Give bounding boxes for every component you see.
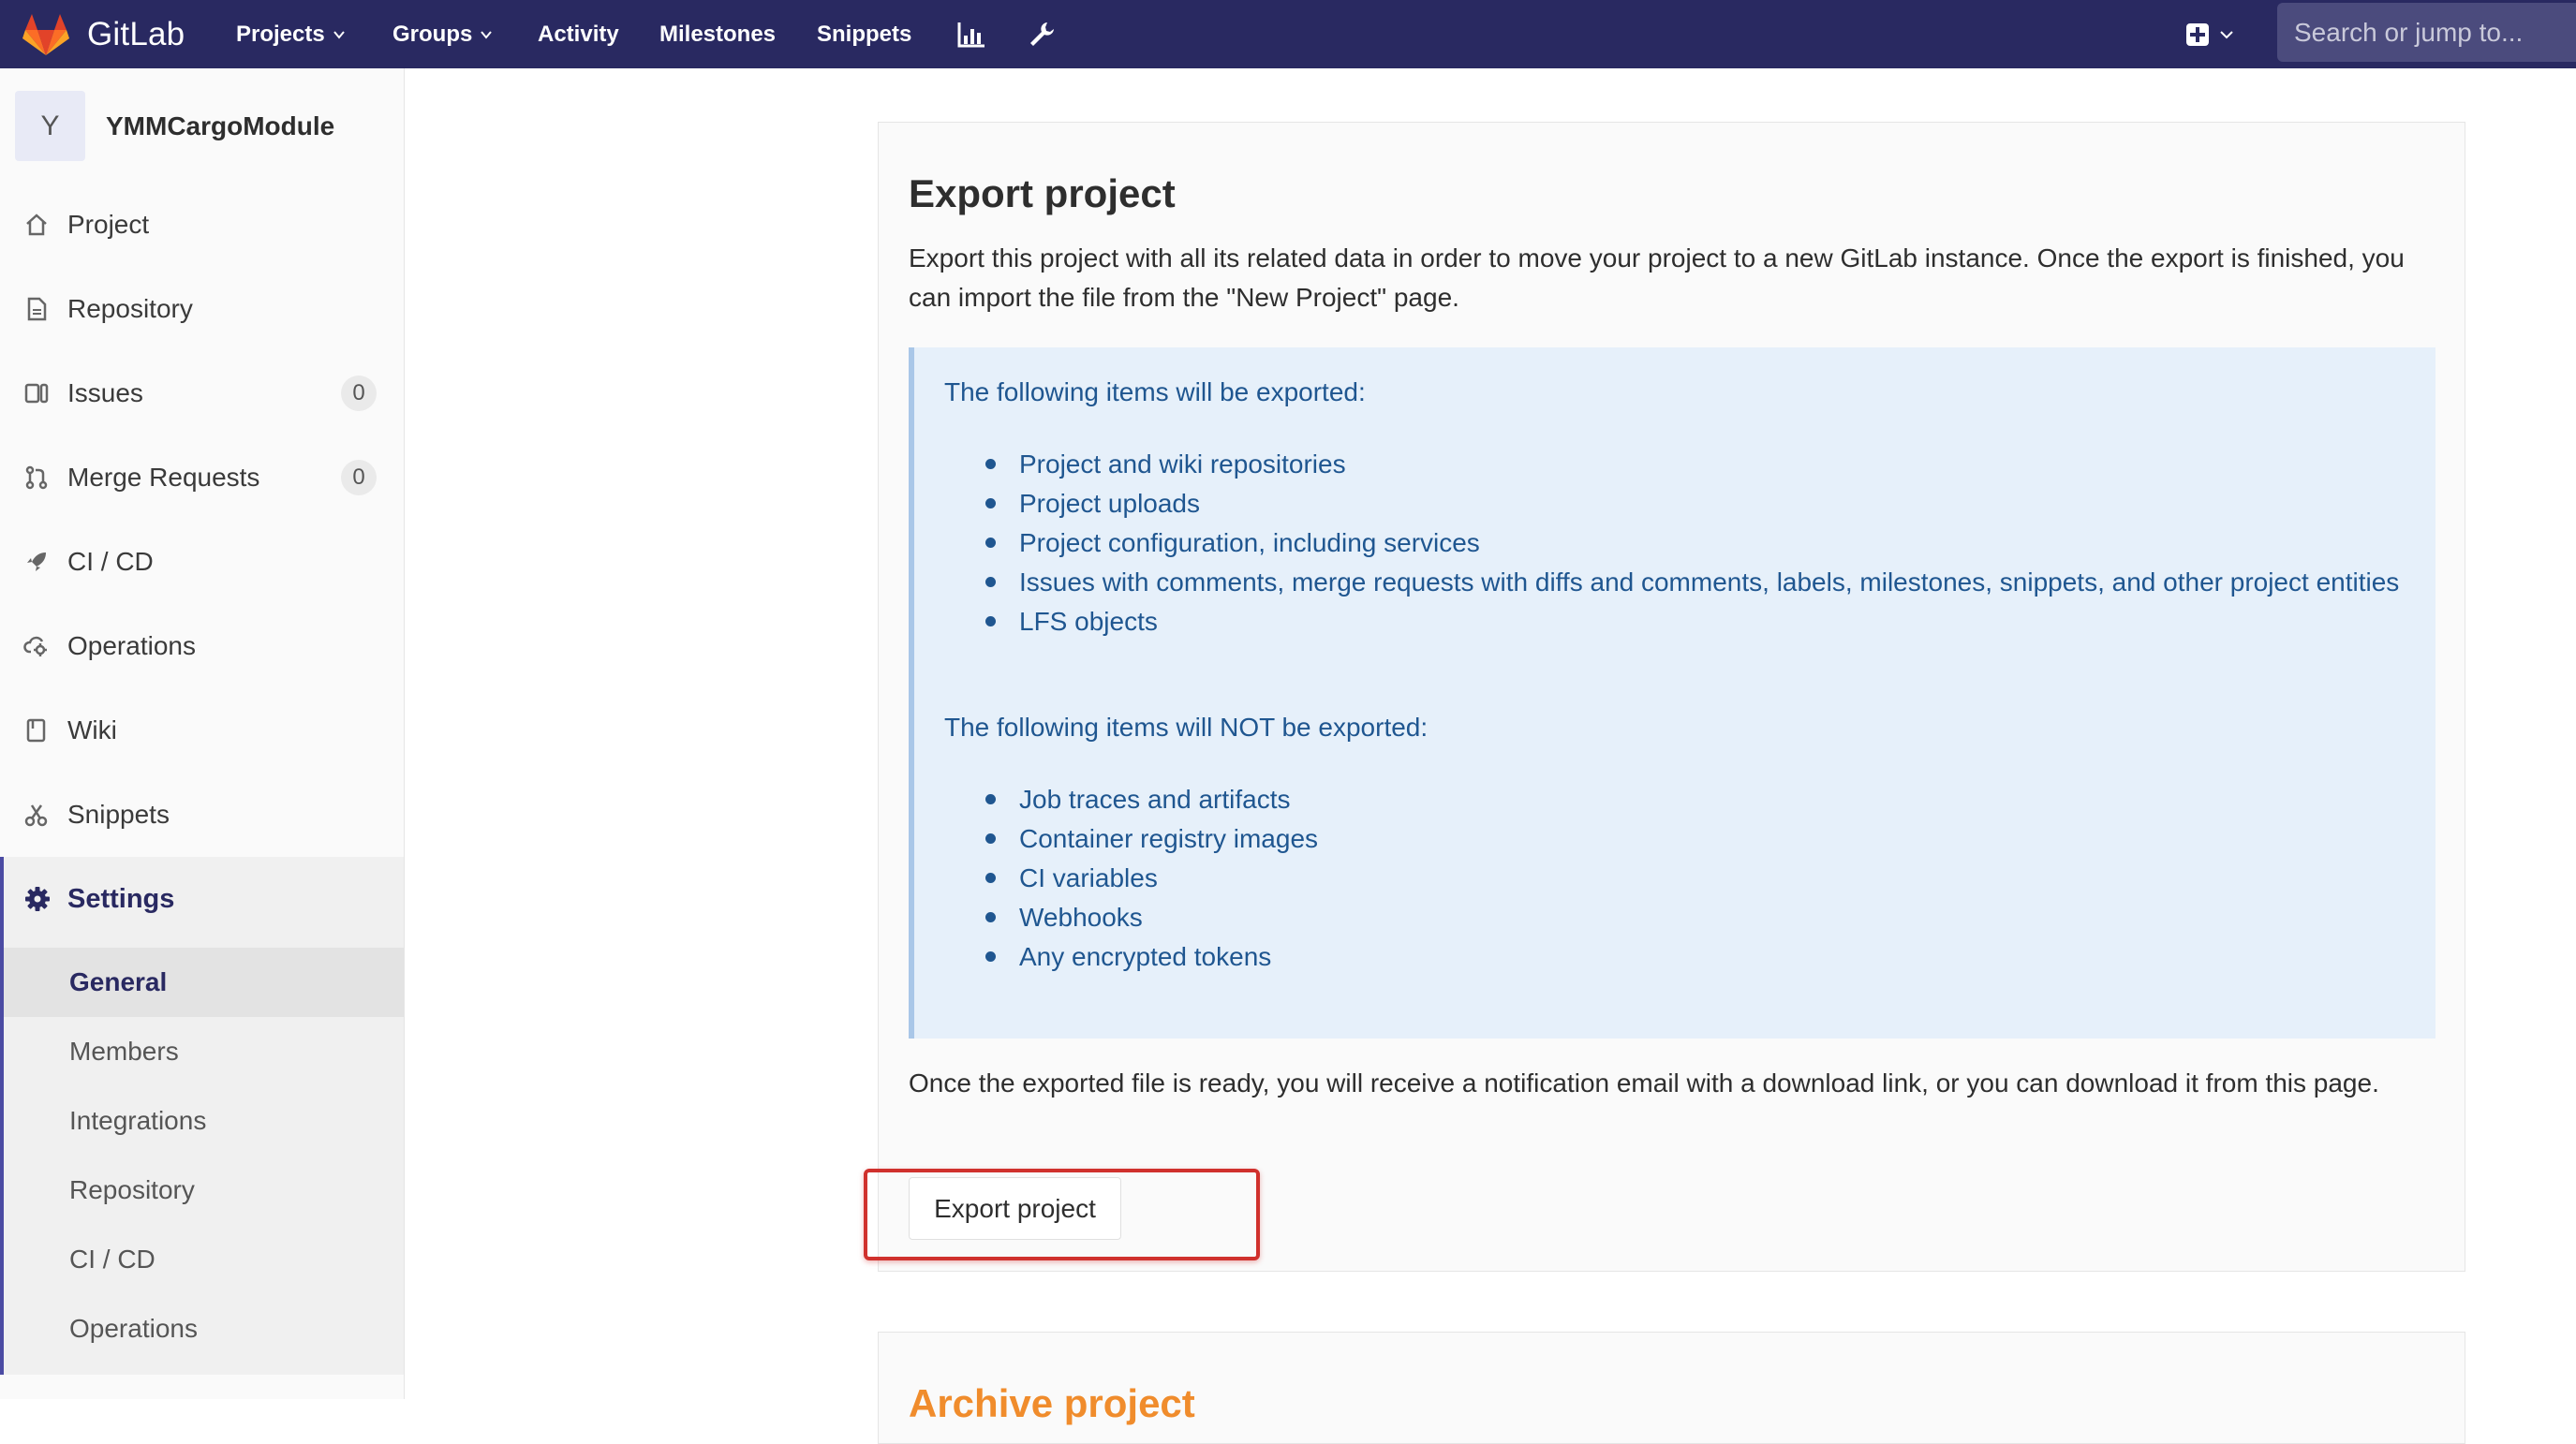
sidebar-item-snippets[interactable]: Snippets (0, 773, 404, 857)
sidebar-item-operations[interactable]: Operations (0, 604, 404, 688)
exported-items-heading: The following items will be exported: (944, 377, 1366, 406)
issues-icon (24, 383, 49, 404)
merge-request-icon (25, 465, 48, 490)
sidebar-item-project[interactable]: Project (0, 183, 404, 267)
settings-section: Settings General Members Integrations Re… (0, 857, 404, 1375)
nav-activity-link[interactable]: Activity (538, 0, 619, 68)
project-header-link[interactable]: Y YMMCargoModule (15, 91, 334, 161)
project-avatar: Y (15, 91, 85, 161)
chevron-down-icon (2220, 31, 2233, 39)
rocket-icon (27, 553, 46, 571)
gear-icon (25, 887, 50, 911)
sidebar-item-label: Repository (67, 294, 193, 323)
settings-subitem-label: Operations (69, 1314, 198, 1343)
list-item: Project configuration, including service… (944, 523, 2406, 563)
export-info-box: The following items will be exported: Pr… (909, 347, 2435, 1039)
issues-count-badge: 0 (341, 376, 377, 411)
export-notice-text: Once the exported file is ready, you wil… (909, 1068, 2379, 1098)
merge-requests-count-badge: 0 (341, 460, 377, 495)
nav-milestones-link[interactable]: Milestones (659, 0, 776, 68)
settings-subitem-general[interactable]: General (4, 948, 404, 1017)
settings-subitem-label: CI / CD (69, 1245, 155, 1274)
sidebar-item-ci-cd[interactable]: CI / CD (0, 520, 404, 604)
list-item: CI variables (944, 859, 2406, 898)
book-icon (26, 718, 46, 743)
annotation-highlight-box (864, 1169, 1260, 1260)
nav-snippets-label: Snippets (817, 21, 912, 47)
settings-subitem-members[interactable]: Members (4, 1017, 404, 1086)
plus-square-icon (2186, 23, 2209, 46)
home-icon (26, 214, 47, 236)
list-item: Job traces and artifacts (944, 780, 2406, 819)
sidebar-item-label: Operations (67, 631, 196, 660)
export-project-panel: Export project Export this project with … (878, 122, 2465, 1272)
not-exported-items-heading: The following items will NOT be exported… (944, 713, 1429, 742)
settings-subitem-operations[interactable]: Operations (4, 1294, 404, 1363)
list-item: Issues with comments, merge requests wit… (944, 563, 2406, 602)
sidebar-item-label: Project (67, 210, 150, 239)
sidebar-item-merge-requests[interactable]: Merge Requests 0 (0, 435, 404, 520)
sidebar-item-label: CI / CD (67, 547, 154, 576)
settings-subitem-integrations[interactable]: Integrations (4, 1086, 404, 1156)
nav-projects-label: Projects (236, 21, 325, 47)
sidebar-item-wiki[interactable]: Wiki (0, 688, 404, 773)
nav-milestones-label: Milestones (659, 21, 777, 47)
nav-activity-label: Activity (538, 21, 619, 47)
project-name: YMMCargoModule (106, 111, 335, 140)
list-item: Project and wiki repositories (944, 445, 2406, 484)
wrench-icon[interactable] (1025, 19, 1057, 51)
cloud-gear-icon (23, 636, 47, 656)
settings-subitem-label: Members (69, 1037, 179, 1066)
sidebar-item-repository[interactable]: Repository (0, 267, 404, 351)
sidebar-item-label: Issues (67, 378, 143, 407)
list-item: Webhooks (944, 898, 2406, 937)
list-item: Container registry images (944, 819, 2406, 859)
nav-projects-dropdown[interactable]: Projects (236, 0, 345, 68)
new-item-dropdown[interactable] (2185, 19, 2234, 51)
sidebar-item-label: Wiki (67, 715, 117, 744)
sidebar-item-issues[interactable]: Issues 0 (0, 351, 404, 435)
sidebar-item-label: Merge Requests (67, 463, 260, 492)
sidebar-item-label: Snippets (67, 800, 170, 829)
list-item: LFS objects (944, 602, 2406, 641)
nav-groups-dropdown[interactable]: Groups (392, 0, 493, 68)
settings-subitem-ci-cd[interactable]: CI / CD (4, 1225, 404, 1294)
document-icon (27, 297, 47, 321)
chevron-down-icon (481, 30, 493, 39)
project-sidebar: Y YMMCargoModule Project Repository Issu… (0, 68, 405, 1399)
sidebar-item-settings[interactable]: Settings (4, 857, 404, 941)
archive-panel-title: Archive project (909, 1381, 1195, 1425)
sidebar-item-label: Settings (67, 883, 175, 914)
not-exported-items-list: Job traces and artifacts Container regis… (944, 780, 2406, 977)
search-input[interactable] (2277, 3, 2576, 62)
gitlab-logo-link[interactable]: GitLab (22, 0, 185, 68)
export-panel-description: Export this project with all its related… (909, 243, 2405, 312)
gitlab-fox-icon (22, 13, 69, 55)
list-item: Project uploads (944, 484, 2406, 523)
chart-icon[interactable] (955, 19, 987, 51)
export-panel-title: Export project (909, 171, 1176, 215)
archive-project-panel: Archive project (878, 1332, 2465, 1444)
exported-items-list: Project and wiki repositories Project up… (944, 445, 2406, 641)
list-item: Any encrypted tokens (944, 937, 2406, 977)
settings-subitem-repository[interactable]: Repository (4, 1156, 404, 1225)
settings-subitem-label: Repository (69, 1175, 195, 1204)
chevron-down-icon (333, 30, 345, 39)
nav-groups-label: Groups (392, 21, 473, 47)
scissors-icon (24, 804, 48, 827)
brand-name: GitLab (87, 15, 185, 52)
top-navbar: GitLab Projects Groups Activity Mileston… (0, 0, 2576, 68)
settings-subitem-label: General (69, 967, 168, 996)
nav-snippets-link[interactable]: Snippets (817, 0, 911, 68)
settings-subitem-label: Integrations (69, 1106, 207, 1135)
